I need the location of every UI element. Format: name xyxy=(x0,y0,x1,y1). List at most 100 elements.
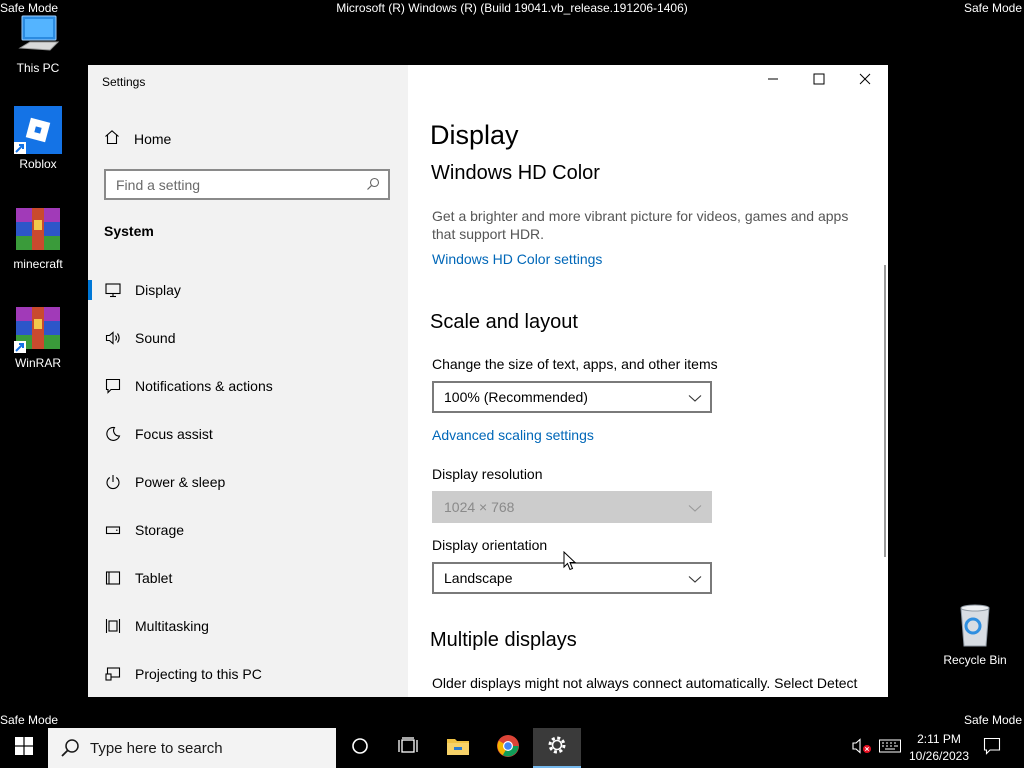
maximize-icon xyxy=(813,72,825,90)
desktop-icon-this-pc[interactable]: This PC xyxy=(0,10,76,75)
find-setting-search[interactable] xyxy=(104,169,390,200)
this-pc-icon xyxy=(14,10,62,58)
clock-date: 10/26/2023 xyxy=(908,749,970,763)
multitasking-icon xyxy=(103,616,123,636)
windows-logo-icon xyxy=(15,736,33,760)
scale-size-value: 100% (Recommended) xyxy=(444,389,588,405)
chevron-down-icon xyxy=(688,391,702,409)
sidebar-item-storage[interactable]: Storage xyxy=(88,510,408,550)
chevron-down-icon xyxy=(688,501,702,519)
desktop-icon-label: Roblox xyxy=(19,157,57,171)
mouse-cursor-icon xyxy=(563,550,577,576)
hd-color-heading: Windows HD Color xyxy=(431,162,600,184)
projecting-icon xyxy=(103,664,123,684)
moon-icon xyxy=(103,424,123,444)
roblox-icon xyxy=(14,106,62,154)
sidebar-item-label: Storage xyxy=(135,522,185,538)
home-label: Home xyxy=(134,131,172,147)
close-icon xyxy=(859,72,871,90)
sidebar-item-sound[interactable]: Sound xyxy=(88,318,408,358)
desktop-icon-winrar[interactable]: WinRAR xyxy=(0,305,76,370)
clock-time: 2:11 PM xyxy=(917,732,961,746)
folder-icon xyxy=(446,736,470,761)
desktop-icon-label: Recycle Bin xyxy=(943,653,1007,667)
sidebar-item-label: Notifications & actions xyxy=(135,378,273,394)
sidebar-item-multitasking[interactable]: Multitasking xyxy=(88,606,408,646)
sidebar: Settings Home System Display Sound xyxy=(88,65,408,697)
search-input[interactable] xyxy=(106,171,356,198)
close-button[interactable] xyxy=(842,65,888,97)
hd-color-settings-link[interactable]: Windows HD Color settings xyxy=(432,251,602,267)
home-link[interactable]: Home xyxy=(104,129,171,149)
sidebar-item-label: Power & sleep xyxy=(135,474,226,490)
taskbar-search-box[interactable]: Type here to search xyxy=(48,728,336,768)
scale-size-dropdown[interactable]: 100% (Recommended) xyxy=(432,381,712,413)
gear-icon xyxy=(546,734,568,761)
maximize-button[interactable] xyxy=(796,65,842,97)
safe-mode-label-bottom-left: Safe Mode xyxy=(0,713,59,727)
sidebar-item-notifications[interactable]: Notifications & actions xyxy=(88,366,408,406)
chevron-down-icon xyxy=(688,572,702,590)
sidebar-item-label: Focus assist xyxy=(135,426,213,442)
sidebar-item-label: Tablet xyxy=(135,570,173,586)
settings-taskbar-button[interactable] xyxy=(533,728,581,768)
sidebar-item-focus-assist[interactable]: Focus assist xyxy=(88,414,408,454)
taskbar: Type here to search 2:11 PM 10/26/2023 xyxy=(0,728,1024,768)
touch-keyboard-button[interactable] xyxy=(876,728,904,768)
action-center-button[interactable] xyxy=(976,728,1008,768)
chrome-button[interactable] xyxy=(484,728,532,768)
desktop-icon-label: This PC xyxy=(16,61,60,75)
start-button[interactable] xyxy=(0,728,48,768)
sidebar-item-label: Display xyxy=(135,282,181,298)
sidebar-item-power-sleep[interactable]: Power & sleep xyxy=(88,462,408,502)
home-icon xyxy=(104,129,120,150)
desktop-icon-label: WinRAR xyxy=(14,356,61,370)
volume-button[interactable] xyxy=(848,728,876,768)
resolution-dropdown[interactable]: 1024 × 768 xyxy=(432,491,712,523)
resolution-value: 1024 × 768 xyxy=(444,499,515,515)
task-view-button[interactable] xyxy=(384,728,432,768)
multiple-displays-text: Older displays might not always connect … xyxy=(432,675,858,691)
scale-size-label: Change the size of text, apps, and other… xyxy=(432,356,718,372)
desktop-icon-minecraft[interactable]: minecraft xyxy=(0,206,76,271)
advanced-scaling-link[interactable]: Advanced scaling settings xyxy=(432,427,594,443)
orientation-label: Display orientation xyxy=(432,537,548,553)
taskbar-search-placeholder: Type here to search xyxy=(90,739,223,757)
window-title: Settings xyxy=(102,75,146,89)
chrome-icon xyxy=(496,734,520,763)
sidebar-item-projecting[interactable]: Projecting to this PC xyxy=(88,654,408,694)
tablet-icon xyxy=(103,568,123,588)
sidebar-item-label: Multitasking xyxy=(135,618,209,634)
safe-mode-label-bottom-right: Safe Mode xyxy=(963,713,1022,727)
safe-mode-label-top-right: Safe Mode xyxy=(963,1,1022,15)
minimize-icon xyxy=(767,72,779,90)
power-icon xyxy=(103,472,123,492)
multiple-displays-heading: Multiple displays xyxy=(430,629,577,651)
desktop-icon-label: minecraft xyxy=(13,257,63,271)
page-title: Display xyxy=(430,120,519,150)
notification-icon xyxy=(103,376,123,396)
resolution-label: Display resolution xyxy=(432,466,543,482)
monitor-icon xyxy=(103,280,123,300)
cortana-button[interactable] xyxy=(336,728,384,768)
keyboard-icon xyxy=(879,739,901,758)
display-settings-pane: Display Windows HD Color Get a brighter … xyxy=(408,65,888,697)
build-info-text: Microsoft (R) Windows (R) (Build 19041.v… xyxy=(336,1,688,15)
orientation-value: Landscape xyxy=(444,570,513,586)
task-view-icon xyxy=(398,736,418,760)
search-icon[interactable] xyxy=(366,177,380,196)
desktop-icon-roblox[interactable]: Roblox xyxy=(0,106,76,171)
scale-layout-heading: Scale and layout xyxy=(430,311,578,333)
desktop-icon-recycle-bin[interactable]: Recycle Bin xyxy=(937,602,1013,667)
winrar-icon xyxy=(14,305,62,353)
sidebar-item-display[interactable]: Display xyxy=(88,270,408,310)
system-clock[interactable]: 2:11 PM 10/26/2023 xyxy=(904,731,974,765)
sidebar-item-tablet[interactable]: Tablet xyxy=(88,558,408,598)
minimize-button[interactable] xyxy=(750,65,796,97)
settings-window: Settings Home System Display Sound xyxy=(88,65,888,697)
category-heading: System xyxy=(104,223,154,239)
file-explorer-button[interactable] xyxy=(434,728,482,768)
cortana-icon xyxy=(351,737,369,760)
scrollbar-thumb[interactable] xyxy=(884,265,886,557)
speaker-muted-icon xyxy=(852,737,872,759)
